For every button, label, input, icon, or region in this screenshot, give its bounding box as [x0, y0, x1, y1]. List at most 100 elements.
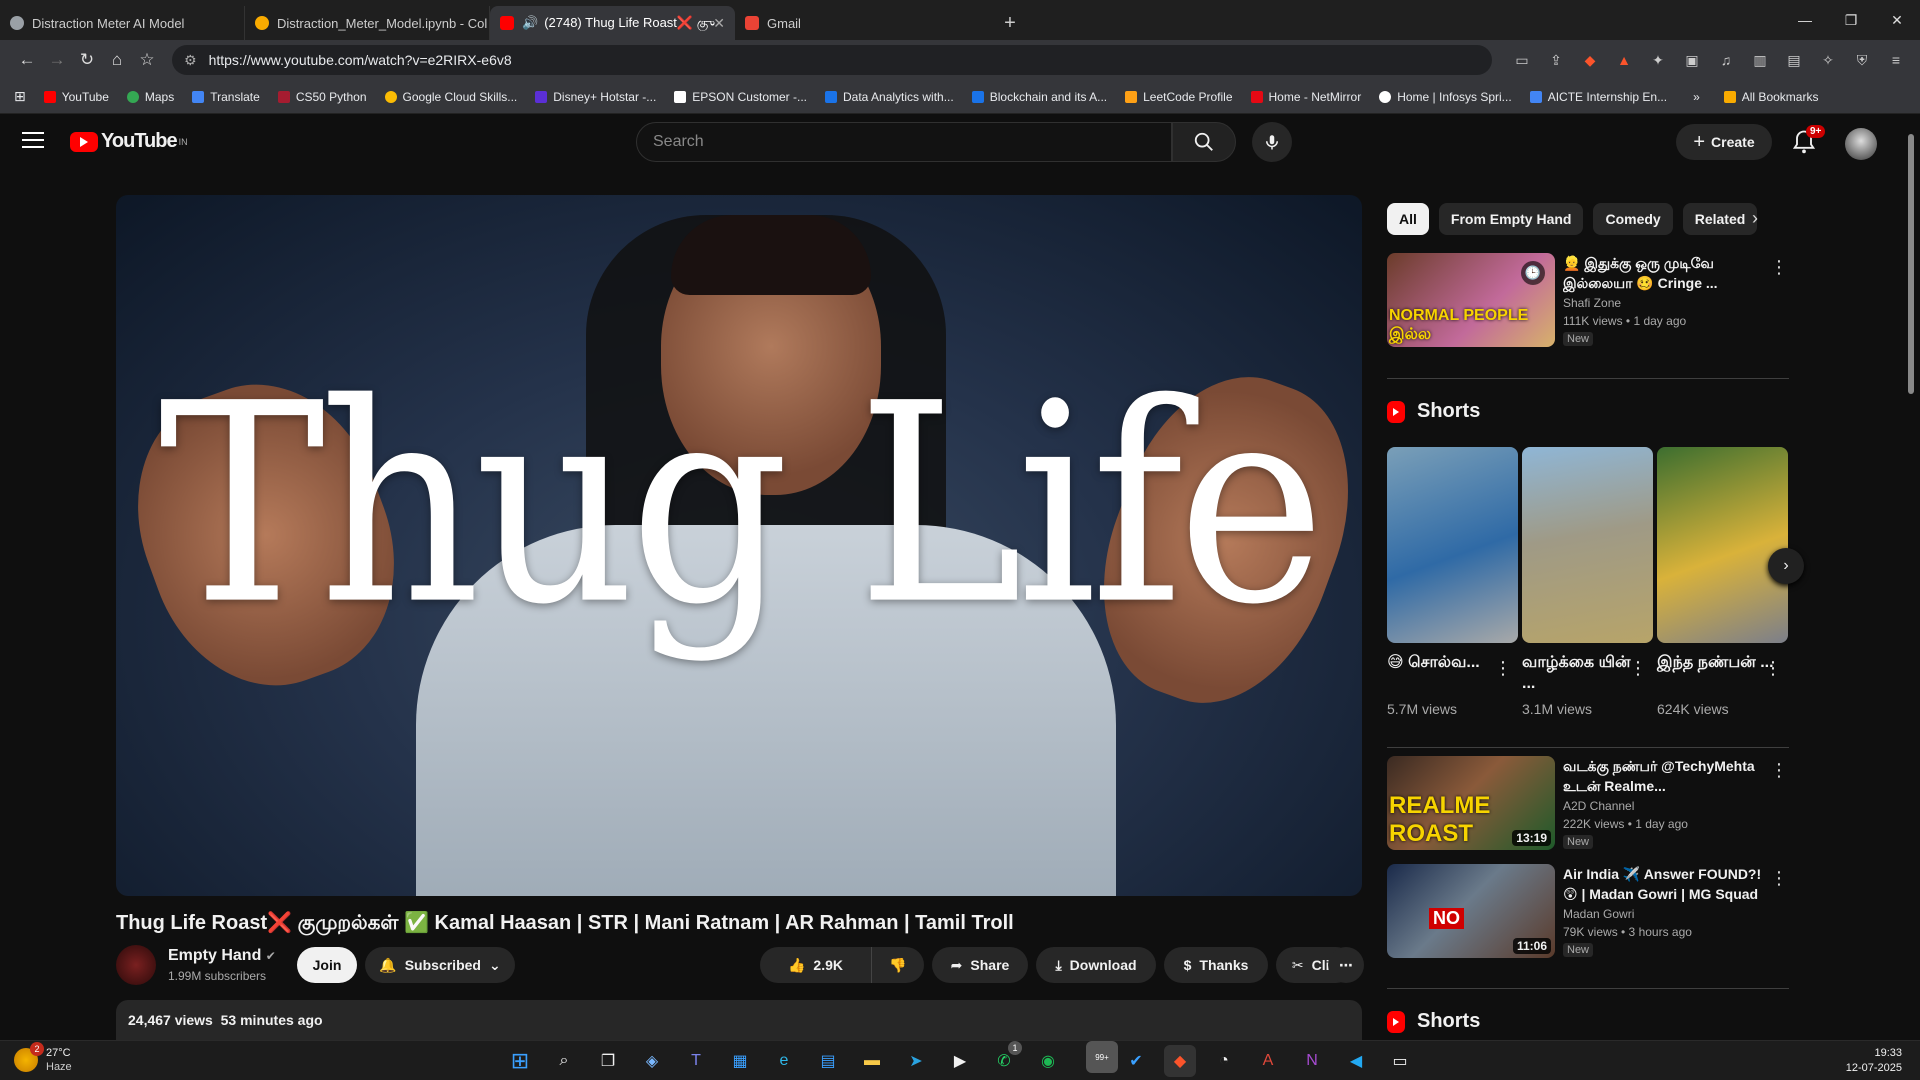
menu-icon[interactable]: ≡	[1884, 48, 1908, 72]
more-vertical-icon[interactable]: ⋮	[1494, 658, 1512, 679]
watch-later-icon[interactable]: 🕒	[1521, 261, 1545, 285]
bookmark-cs50[interactable]: CS50 Python	[277, 90, 367, 104]
leo-ai-icon[interactable]: ✧	[1816, 48, 1840, 72]
voice-search-button[interactable]	[1252, 122, 1292, 162]
wallet-icon[interactable]: ▤	[1782, 48, 1806, 72]
whatsapp-icon[interactable]: ✆ 1	[988, 1041, 1022, 1077]
more-vertical-icon[interactable]: ⋮	[1764, 658, 1782, 679]
brave-rewards-icon[interactable]: ▲	[1612, 48, 1636, 72]
search-icon[interactable]: ⌕	[548, 1045, 580, 1077]
youtube-logo[interactable]: YouTube IN	[70, 130, 188, 153]
shorts-next-button[interactable]: ›	[1768, 548, 1804, 584]
channel-name[interactable]: Shafi Zone	[1563, 293, 1763, 313]
site-info-icon[interactable]: ⚙	[184, 52, 197, 69]
share-page-icon[interactable]: ⇪	[1544, 48, 1568, 72]
more-actions-button[interactable]: ⋯	[1328, 947, 1364, 983]
chip-from-empty-hand[interactable]: From Empty Hand	[1438, 203, 1584, 235]
close-tab-icon[interactable]: ✕	[713, 15, 725, 32]
tab-colab-notebook[interactable]: Distraction_Meter_Model.ipynb - Col	[245, 6, 490, 40]
recommended-video[interactable]: NO 11:06 Air India ✈️ Answer FOUND?! 😲 |…	[1387, 864, 1789, 964]
bookmark-infosys[interactable]: Home | Infosys Spri...	[1379, 90, 1512, 104]
like-button[interactable]: 👍 2.9K	[760, 947, 872, 983]
apps-grid-icon[interactable]: ⊞	[14, 88, 26, 105]
search-input[interactable]: Search	[636, 122, 1172, 162]
brave-shields-icon[interactable]: ◆	[1578, 48, 1602, 72]
back-icon[interactable]: ←	[12, 50, 42, 70]
telegram-icon[interactable]: ➤	[900, 1045, 932, 1077]
more-vertical-icon[interactable]: ⋮	[1769, 257, 1789, 278]
tab-gmail[interactable]: Gmail	[735, 6, 980, 40]
new-tab-button[interactable]: +	[990, 6, 1030, 40]
bookmark-google-cloud[interactable]: Google Cloud Skills...	[384, 90, 517, 104]
bookmark-hotstar[interactable]: Disney+ Hotstar -...	[535, 90, 656, 104]
video-thumbnail[interactable]: REALME ROAST 13:19	[1387, 756, 1555, 850]
subscribed-button[interactable]: 🔔 Subscribed ⌄	[365, 947, 515, 983]
windows-widget-icon[interactable]: ▦	[724, 1045, 756, 1077]
chip-related[interactable]: Related	[1682, 203, 1758, 235]
cast-icon[interactable]: ▭	[1510, 48, 1534, 72]
thanks-button[interactable]: $ Thanks	[1164, 947, 1268, 983]
bookmark-netmirror[interactable]: Home - NetMirror	[1250, 90, 1361, 104]
outlook-icon[interactable]: ✉99+	[1076, 1041, 1118, 1077]
speaker-icon[interactable]: 🔊	[522, 15, 538, 31]
channel-name[interactable]: Madan Gowri	[1563, 904, 1763, 924]
all-bookmarks-folder[interactable]: All Bookmarks	[1723, 90, 1818, 104]
download-button[interactable]: ⤓ Download	[1036, 947, 1156, 983]
teams-icon[interactable]: T	[680, 1045, 712, 1077]
media-player-icon[interactable]: ▶	[944, 1045, 976, 1077]
recommended-video[interactable]: REALME ROAST 13:19 வடக்கு நண்பர் @TechyM…	[1387, 756, 1789, 856]
short-title[interactable]: 😅 சொல்வ...	[1387, 652, 1507, 673]
video-title[interactable]: வடக்கு நண்பர் @TechyMehta உடன் Realme...	[1563, 756, 1763, 796]
more-bookmarks-icon[interactable]: »	[1693, 90, 1700, 104]
chip-comedy[interactable]: Comedy	[1593, 203, 1673, 235]
brave-browser-icon[interactable]: ◆	[1164, 1045, 1196, 1077]
more-vertical-icon[interactable]: ⋮	[1769, 760, 1789, 781]
terminal-icon[interactable]: ▭	[1384, 1045, 1416, 1077]
bookmark-translate[interactable]: Translate	[192, 90, 260, 104]
windows-start-icon[interactable]: ⊞	[504, 1045, 536, 1077]
clock-app-icon[interactable]: ◔	[1208, 1045, 1240, 1077]
reload-icon[interactable]: ↻	[72, 50, 102, 70]
recommended-video[interactable]: 🕒 NORMAL PEOPLE இல்ல 👱 இதுக்கு ஒரு முடிவ…	[1387, 253, 1789, 353]
vpn-icon[interactable]: ⛨	[1850, 48, 1874, 72]
sidebar-icon[interactable]: ▥	[1748, 48, 1772, 72]
page-scrollbar[interactable]	[1906, 134, 1916, 1034]
system-clock[interactable]: 19:33 12-07-2025	[1846, 1046, 1902, 1076]
description-box[interactable]: 24,467 views 53 minutes ago	[116, 1000, 1362, 1040]
bookmark-epson[interactable]: EPSON Customer -...	[674, 90, 807, 104]
hamburger-menu-icon[interactable]	[22, 132, 44, 153]
screenshot-icon[interactable]: ▣	[1680, 48, 1704, 72]
short-thumbnail[interactable]	[1657, 447, 1788, 643]
media-icon[interactable]: ♫	[1714, 48, 1738, 72]
bookmark-leetcode[interactable]: LeetCode Profile	[1125, 90, 1233, 104]
channel-name[interactable]: A2D Channel	[1563, 796, 1763, 816]
more-vertical-icon[interactable]: ⋮	[1769, 868, 1789, 889]
chevron-right-icon[interactable]: ›	[1752, 208, 1758, 229]
video-player[interactable]: Thug Life	[116, 195, 1362, 896]
short-thumbnail[interactable]	[1522, 447, 1653, 643]
scrollbar-thumb[interactable]	[1908, 134, 1914, 394]
bookmark-blockchain[interactable]: Blockchain and its A...	[971, 90, 1107, 104]
close-window-icon[interactable]: ✕	[1874, 0, 1920, 40]
vscode-icon[interactable]: ◀	[1340, 1045, 1372, 1077]
bookmark-data-analytics[interactable]: Data Analytics with...	[825, 90, 954, 104]
adobe-acrobat-icon[interactable]: A	[1252, 1045, 1284, 1077]
dislike-button[interactable]: 👎	[872, 947, 924, 983]
chip-all[interactable]: All	[1387, 203, 1429, 235]
video-thumbnail[interactable]: NO 11:06	[1387, 864, 1555, 958]
channel-name[interactable]: Empty Hand ✔	[168, 947, 276, 965]
tab-distraction-meter[interactable]: Distraction Meter AI Model	[0, 6, 245, 40]
short-title[interactable]: வாழ்க்கை யின் ...	[1522, 652, 1642, 694]
onenote-icon[interactable]: N	[1296, 1045, 1328, 1077]
join-button[interactable]: Join	[297, 947, 357, 983]
bookmark-aicte[interactable]: AICTE Internship En...	[1529, 90, 1667, 104]
create-button[interactable]: + Create	[1676, 124, 1772, 160]
account-avatar[interactable]	[1845, 128, 1877, 160]
channel-avatar[interactable]	[116, 945, 156, 985]
task-view-icon[interactable]: ❐	[592, 1045, 624, 1077]
weather-widget[interactable]: 2 27°C Haze	[14, 1042, 72, 1074]
edge-icon[interactable]: e	[768, 1045, 800, 1077]
minimize-icon[interactable]: —	[1782, 0, 1828, 40]
short-thumbnail[interactable]	[1387, 447, 1518, 643]
todo-icon[interactable]: ✔	[1120, 1045, 1152, 1077]
